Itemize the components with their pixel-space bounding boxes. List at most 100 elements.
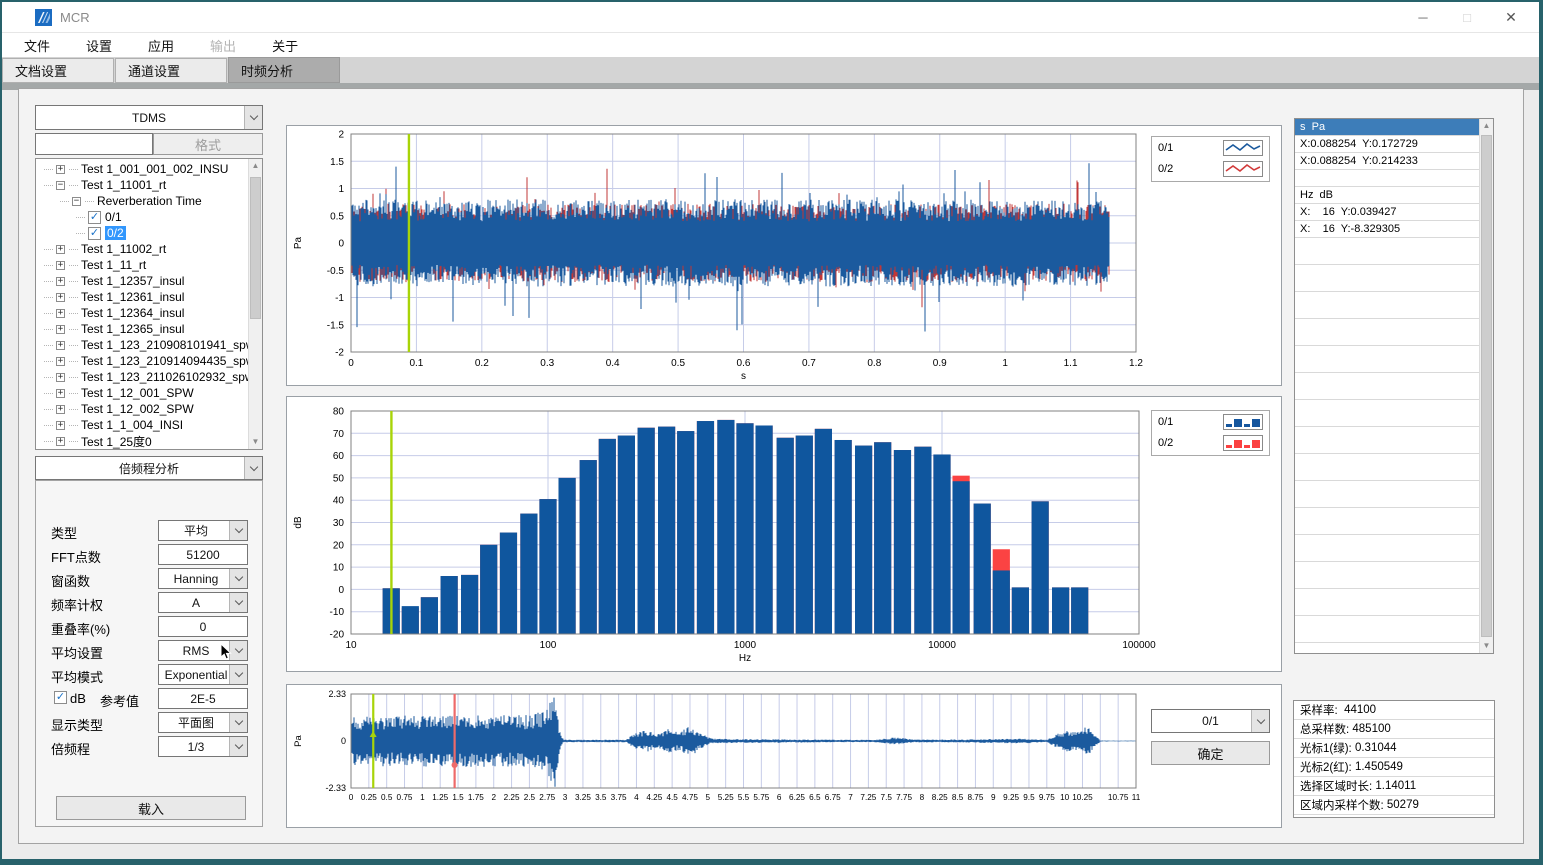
file-format-select[interactable]: TDMS bbox=[35, 105, 263, 130]
chevron-down-icon[interactable] bbox=[244, 457, 262, 479]
tree-item[interactable]: +Test 1_123_211026102932_spw bbox=[38, 369, 247, 385]
load-button[interactable]: 载入 bbox=[56, 796, 246, 820]
expand-icon[interactable]: + bbox=[56, 405, 65, 414]
analysis-type-select[interactable]: 倍频程分析 bbox=[35, 456, 263, 480]
chevron-down-icon[interactable] bbox=[229, 665, 247, 684]
tree-item[interactable]: ✓0/1 bbox=[38, 209, 247, 225]
param-select-8[interactable]: 平面图 bbox=[158, 712, 248, 733]
chevron-down-icon[interactable] bbox=[244, 106, 262, 129]
tree-item[interactable]: +Test 1_001_001_002_INSU bbox=[38, 161, 247, 177]
minimize-button[interactable]: ─ bbox=[1401, 2, 1445, 32]
scroll-down-icon[interactable]: ▼ bbox=[1480, 639, 1493, 653]
octave-spectrum-plot[interactable]: -20-100102030405060708010100100010000100… bbox=[287, 397, 1281, 671]
expand-icon[interactable]: + bbox=[56, 293, 65, 302]
expand-icon[interactable]: + bbox=[56, 373, 65, 382]
svg-text:100000: 100000 bbox=[1122, 640, 1156, 651]
expand-icon[interactable]: + bbox=[56, 325, 65, 334]
title-bar: MCR ─ □ ✕ bbox=[2, 2, 1539, 32]
chevron-down-icon[interactable] bbox=[229, 521, 247, 540]
file-tree[interactable]: +Test 1_001_001_002_INSU−Test 1_11001_rt… bbox=[35, 158, 263, 450]
param-input-1[interactable]: 51200 bbox=[158, 544, 248, 565]
tree-item[interactable]: +Test 1_11_rt bbox=[38, 257, 247, 273]
chevron-down-icon[interactable] bbox=[229, 593, 247, 612]
scroll-up-icon[interactable]: ▲ bbox=[249, 159, 262, 173]
db-checkbox[interactable]: ✓ bbox=[54, 691, 67, 704]
param-select-9[interactable]: 1/3 bbox=[158, 736, 248, 757]
chevron-down-icon[interactable] bbox=[1251, 710, 1269, 732]
chevron-down-icon[interactable] bbox=[229, 713, 247, 732]
svg-text:3: 3 bbox=[563, 793, 568, 802]
tree-item[interactable]: +Test 1_25度0 bbox=[38, 433, 247, 449]
expand-icon[interactable]: + bbox=[56, 245, 65, 254]
tree-item[interactable]: +Test 1_12364_insul bbox=[38, 305, 247, 321]
param-select-3[interactable]: A bbox=[158, 592, 248, 613]
expand-icon[interactable]: + bbox=[56, 261, 65, 270]
tree-item[interactable]: +Test 1_123_210908101941_spw bbox=[38, 337, 247, 353]
tree-item[interactable]: +Test 1_12361_insul bbox=[38, 289, 247, 305]
empty-row bbox=[1295, 589, 1479, 616]
confirm-button[interactable]: 确定 bbox=[1151, 741, 1270, 765]
maximize-button[interactable]: □ bbox=[1445, 2, 1489, 32]
legend-entry-0/2: 0/2 bbox=[1152, 158, 1269, 179]
tree-item[interactable]: +Test 1_12357_insul bbox=[38, 273, 247, 289]
channel-select[interactable]: 0/1 bbox=[1151, 709, 1270, 733]
svg-text:3.5: 3.5 bbox=[595, 793, 607, 802]
param-select-5[interactable]: RMS bbox=[158, 640, 248, 661]
expand-icon[interactable]: + bbox=[56, 341, 65, 350]
tree-item[interactable]: −Test 1_11001_rt bbox=[38, 177, 247, 193]
tree-item[interactable]: +Test 1_1_004_INSI bbox=[38, 417, 247, 433]
tree-item[interactable]: ✓0/2 bbox=[38, 225, 247, 241]
menu-item-输出[interactable]: 输出 bbox=[196, 36, 250, 55]
svg-text:s: s bbox=[741, 371, 746, 382]
green-cursor bbox=[372, 694, 374, 788]
chevron-down-icon[interactable] bbox=[229, 569, 247, 588]
info-value: 50279 bbox=[1387, 799, 1419, 811]
close-button[interactable]: ✕ bbox=[1489, 2, 1533, 32]
expand-icon[interactable]: + bbox=[56, 421, 65, 430]
expand-icon[interactable]: + bbox=[56, 389, 65, 398]
collapse-icon[interactable]: − bbox=[56, 181, 65, 190]
menu-item-设置[interactable]: 设置 bbox=[72, 36, 126, 55]
tab-通道设置[interactable]: 通道设置 bbox=[115, 58, 227, 83]
channel-checkbox[interactable]: ✓ bbox=[88, 227, 101, 240]
tree-item[interactable]: +Test 1_12_002_SPW bbox=[38, 401, 247, 417]
list-scroll-thumb[interactable] bbox=[1481, 135, 1492, 637]
collapse-icon[interactable]: − bbox=[72, 197, 81, 206]
expand-icon[interactable]: + bbox=[56, 277, 65, 286]
param-select-0[interactable]: 平均 bbox=[158, 520, 248, 541]
tree-scroll-thumb[interactable] bbox=[250, 177, 261, 319]
list-scrollbar[interactable]: ▲ ▼ bbox=[1479, 119, 1493, 653]
menu-item-应用[interactable]: 应用 bbox=[134, 36, 188, 55]
time-waveform-chart[interactable]: -2-1.5-1-0.500.511.5200.10.20.30.40.50.6… bbox=[286, 125, 1282, 386]
info-label: 光标1(绿): bbox=[1300, 740, 1355, 756]
tree-item[interactable]: +Test 1_12365_insul bbox=[38, 321, 247, 337]
tree-scrollbar[interactable]: ▲ ▼ bbox=[248, 159, 262, 449]
channel-checkbox[interactable]: ✓ bbox=[88, 211, 101, 224]
param-select-6[interactable]: Exponential bbox=[158, 664, 248, 685]
tab-文档设置[interactable]: 文档设置 bbox=[2, 58, 114, 83]
param-select-2[interactable]: Hanning bbox=[158, 568, 248, 589]
reference-input[interactable]: 2E-5 bbox=[158, 688, 248, 709]
full-record-plot[interactable]: 00.250.50.7511.251.51.7522.252.52.7533.2… bbox=[287, 685, 1281, 827]
scroll-up-icon[interactable]: ▲ bbox=[1480, 119, 1493, 133]
full-record-chart[interactable]: 00.250.50.7511.251.51.7522.252.52.7533.2… bbox=[286, 684, 1282, 828]
tree-item[interactable]: +Test 1_11002_rt bbox=[38, 241, 247, 257]
tree-item[interactable]: −Reverberation Time bbox=[38, 193, 247, 209]
octave-spectrum-chart[interactable]: -20-100102030405060708010100100010000100… bbox=[286, 396, 1282, 672]
menu-item-文件[interactable]: 文件 bbox=[10, 36, 64, 55]
expand-icon[interactable]: + bbox=[56, 309, 65, 318]
expand-icon[interactable]: + bbox=[56, 165, 65, 174]
expand-icon[interactable]: + bbox=[56, 437, 65, 446]
format-button[interactable]: 格式 bbox=[153, 133, 263, 155]
chevron-down-icon[interactable] bbox=[229, 737, 247, 756]
tree-item[interactable]: +Test 1_12_001_SPW bbox=[38, 385, 247, 401]
time-waveform-plot[interactable]: -2-1.5-1-0.500.511.5200.10.20.30.40.50.6… bbox=[287, 126, 1281, 385]
tree-item[interactable]: +Test 1_123_210914094435_spw bbox=[38, 353, 247, 369]
expand-icon[interactable]: + bbox=[56, 357, 65, 366]
param-input-4[interactable]: 0 bbox=[158, 616, 248, 637]
menu-item-关于[interactable]: 关于 bbox=[258, 36, 312, 55]
tree-connector bbox=[44, 441, 53, 442]
tab-时频分析[interactable]: 时频分析 bbox=[228, 57, 340, 83]
scroll-down-icon[interactable]: ▼ bbox=[249, 435, 262, 449]
filter-input[interactable] bbox=[35, 133, 153, 155]
